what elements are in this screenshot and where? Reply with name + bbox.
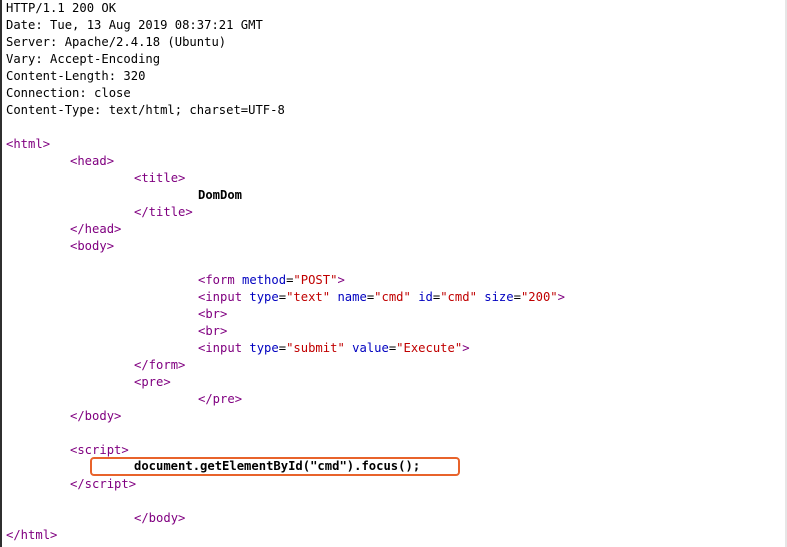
attr-name: type bbox=[249, 341, 279, 355]
tag-name: /form bbox=[141, 358, 179, 372]
tag-name: input bbox=[205, 290, 243, 304]
tag-name: /head bbox=[77, 222, 115, 236]
tag-bracket: > bbox=[163, 375, 171, 389]
br-line-2: <br> bbox=[198, 323, 227, 340]
html-open-line: <html> bbox=[6, 136, 50, 153]
tag-bracket: > bbox=[234, 392, 243, 406]
head-close-line: </head> bbox=[70, 221, 121, 238]
header-date: Date: Tue, 13 Aug 2019 08:37:21 GMT bbox=[6, 18, 263, 32]
status-line: HTTP/1.1 200 OK bbox=[6, 1, 117, 15]
tag-bracket: > bbox=[106, 239, 115, 253]
tag-name: input bbox=[205, 341, 243, 355]
tag-bracket: > bbox=[114, 222, 122, 236]
attr-value: "200" bbox=[520, 290, 558, 304]
tag-name: /body bbox=[77, 409, 115, 423]
tag-name: br bbox=[205, 307, 221, 321]
attr-value: "cmd" bbox=[374, 290, 411, 304]
attr-name: size bbox=[484, 290, 514, 304]
tag-name: /html bbox=[13, 528, 51, 542]
body-open-line: <body> bbox=[70, 238, 114, 255]
tag-name: title bbox=[141, 171, 179, 185]
tag-bracket: > bbox=[178, 511, 186, 525]
title-open-line: <title> bbox=[134, 170, 185, 187]
header-connection: Connection: close bbox=[6, 86, 131, 100]
tag-bracket: > bbox=[114, 409, 122, 423]
tag-bracket: > bbox=[220, 324, 228, 338]
attr-value: "Execute" bbox=[396, 341, 463, 355]
attr-value: "submit" bbox=[286, 341, 345, 355]
tag-bracket: > bbox=[185, 205, 193, 219]
tag-bracket: > bbox=[220, 307, 228, 321]
tag-bracket: > bbox=[178, 171, 186, 185]
form-close-line: </form> bbox=[134, 357, 185, 374]
attr-value: "cmd" bbox=[440, 290, 477, 304]
tag-name: /title bbox=[141, 205, 186, 219]
attr-value: "text" bbox=[286, 290, 331, 304]
attr-name: value bbox=[352, 341, 389, 355]
input-text-line: <input type="text" name="cmd" id="cmd" s… bbox=[198, 290, 565, 304]
tag-name: form bbox=[205, 273, 235, 287]
attr-name: id bbox=[418, 290, 433, 304]
tag-name: /script bbox=[77, 477, 129, 491]
html-close-line: </html> bbox=[6, 527, 57, 544]
input-submit-line: <input type="submit" value="Execute"> bbox=[198, 341, 470, 355]
pre-open-line: <pre> bbox=[134, 374, 171, 391]
attr-name: type bbox=[249, 290, 279, 304]
tag-bracket: > bbox=[42, 137, 51, 151]
tag-bracket: > bbox=[557, 290, 565, 304]
tag-bracket: > bbox=[121, 443, 129, 457]
tag-bracket: > bbox=[128, 477, 137, 491]
tag-name: script bbox=[77, 443, 122, 457]
script-code: document.getElementById("cmd").focus(); bbox=[134, 459, 421, 473]
script-close-line: </script> bbox=[70, 476, 136, 493]
header-content-type: Content-Type: text/html; charset=UTF-8 bbox=[6, 103, 285, 117]
tag-name: br bbox=[205, 324, 221, 338]
tag-bracket: > bbox=[337, 273, 345, 287]
tag-name: /body bbox=[141, 511, 179, 525]
tag-name: pre bbox=[141, 375, 164, 389]
tag-bracket: > bbox=[50, 528, 58, 542]
title-text: DomDom bbox=[198, 188, 243, 202]
head-open-line: <head> bbox=[70, 153, 114, 170]
body-close-line-2: </body> bbox=[134, 510, 185, 527]
tag-name: /pre bbox=[205, 392, 235, 406]
tag-bracket: > bbox=[106, 154, 115, 168]
attr-value: "POST" bbox=[293, 273, 338, 287]
pre-close-line: </pre> bbox=[198, 391, 242, 408]
form-open-line: <form method="POST"> bbox=[198, 273, 345, 287]
body-close-line: </body> bbox=[70, 408, 121, 425]
http-response-viewer: HTTP/1.1 200 OK Date: Tue, 13 Aug 2019 0… bbox=[0, 0, 787, 547]
tag-name: html bbox=[13, 137, 43, 151]
header-server: Server: Apache/2.4.18 (Ubuntu) bbox=[6, 35, 227, 49]
br-line-1: <br> bbox=[198, 306, 227, 323]
tag-name: head bbox=[77, 154, 107, 168]
tag-name: body bbox=[77, 239, 107, 253]
tag-bracket: > bbox=[462, 341, 470, 355]
header-content-length: Content-Length: 320 bbox=[6, 69, 146, 83]
title-close-line: </title> bbox=[134, 204, 193, 221]
attr-name: method bbox=[242, 273, 287, 287]
attr-name: name bbox=[337, 290, 367, 304]
tag-bracket: > bbox=[178, 358, 186, 372]
header-vary: Vary: Accept-Encoding bbox=[6, 52, 161, 66]
